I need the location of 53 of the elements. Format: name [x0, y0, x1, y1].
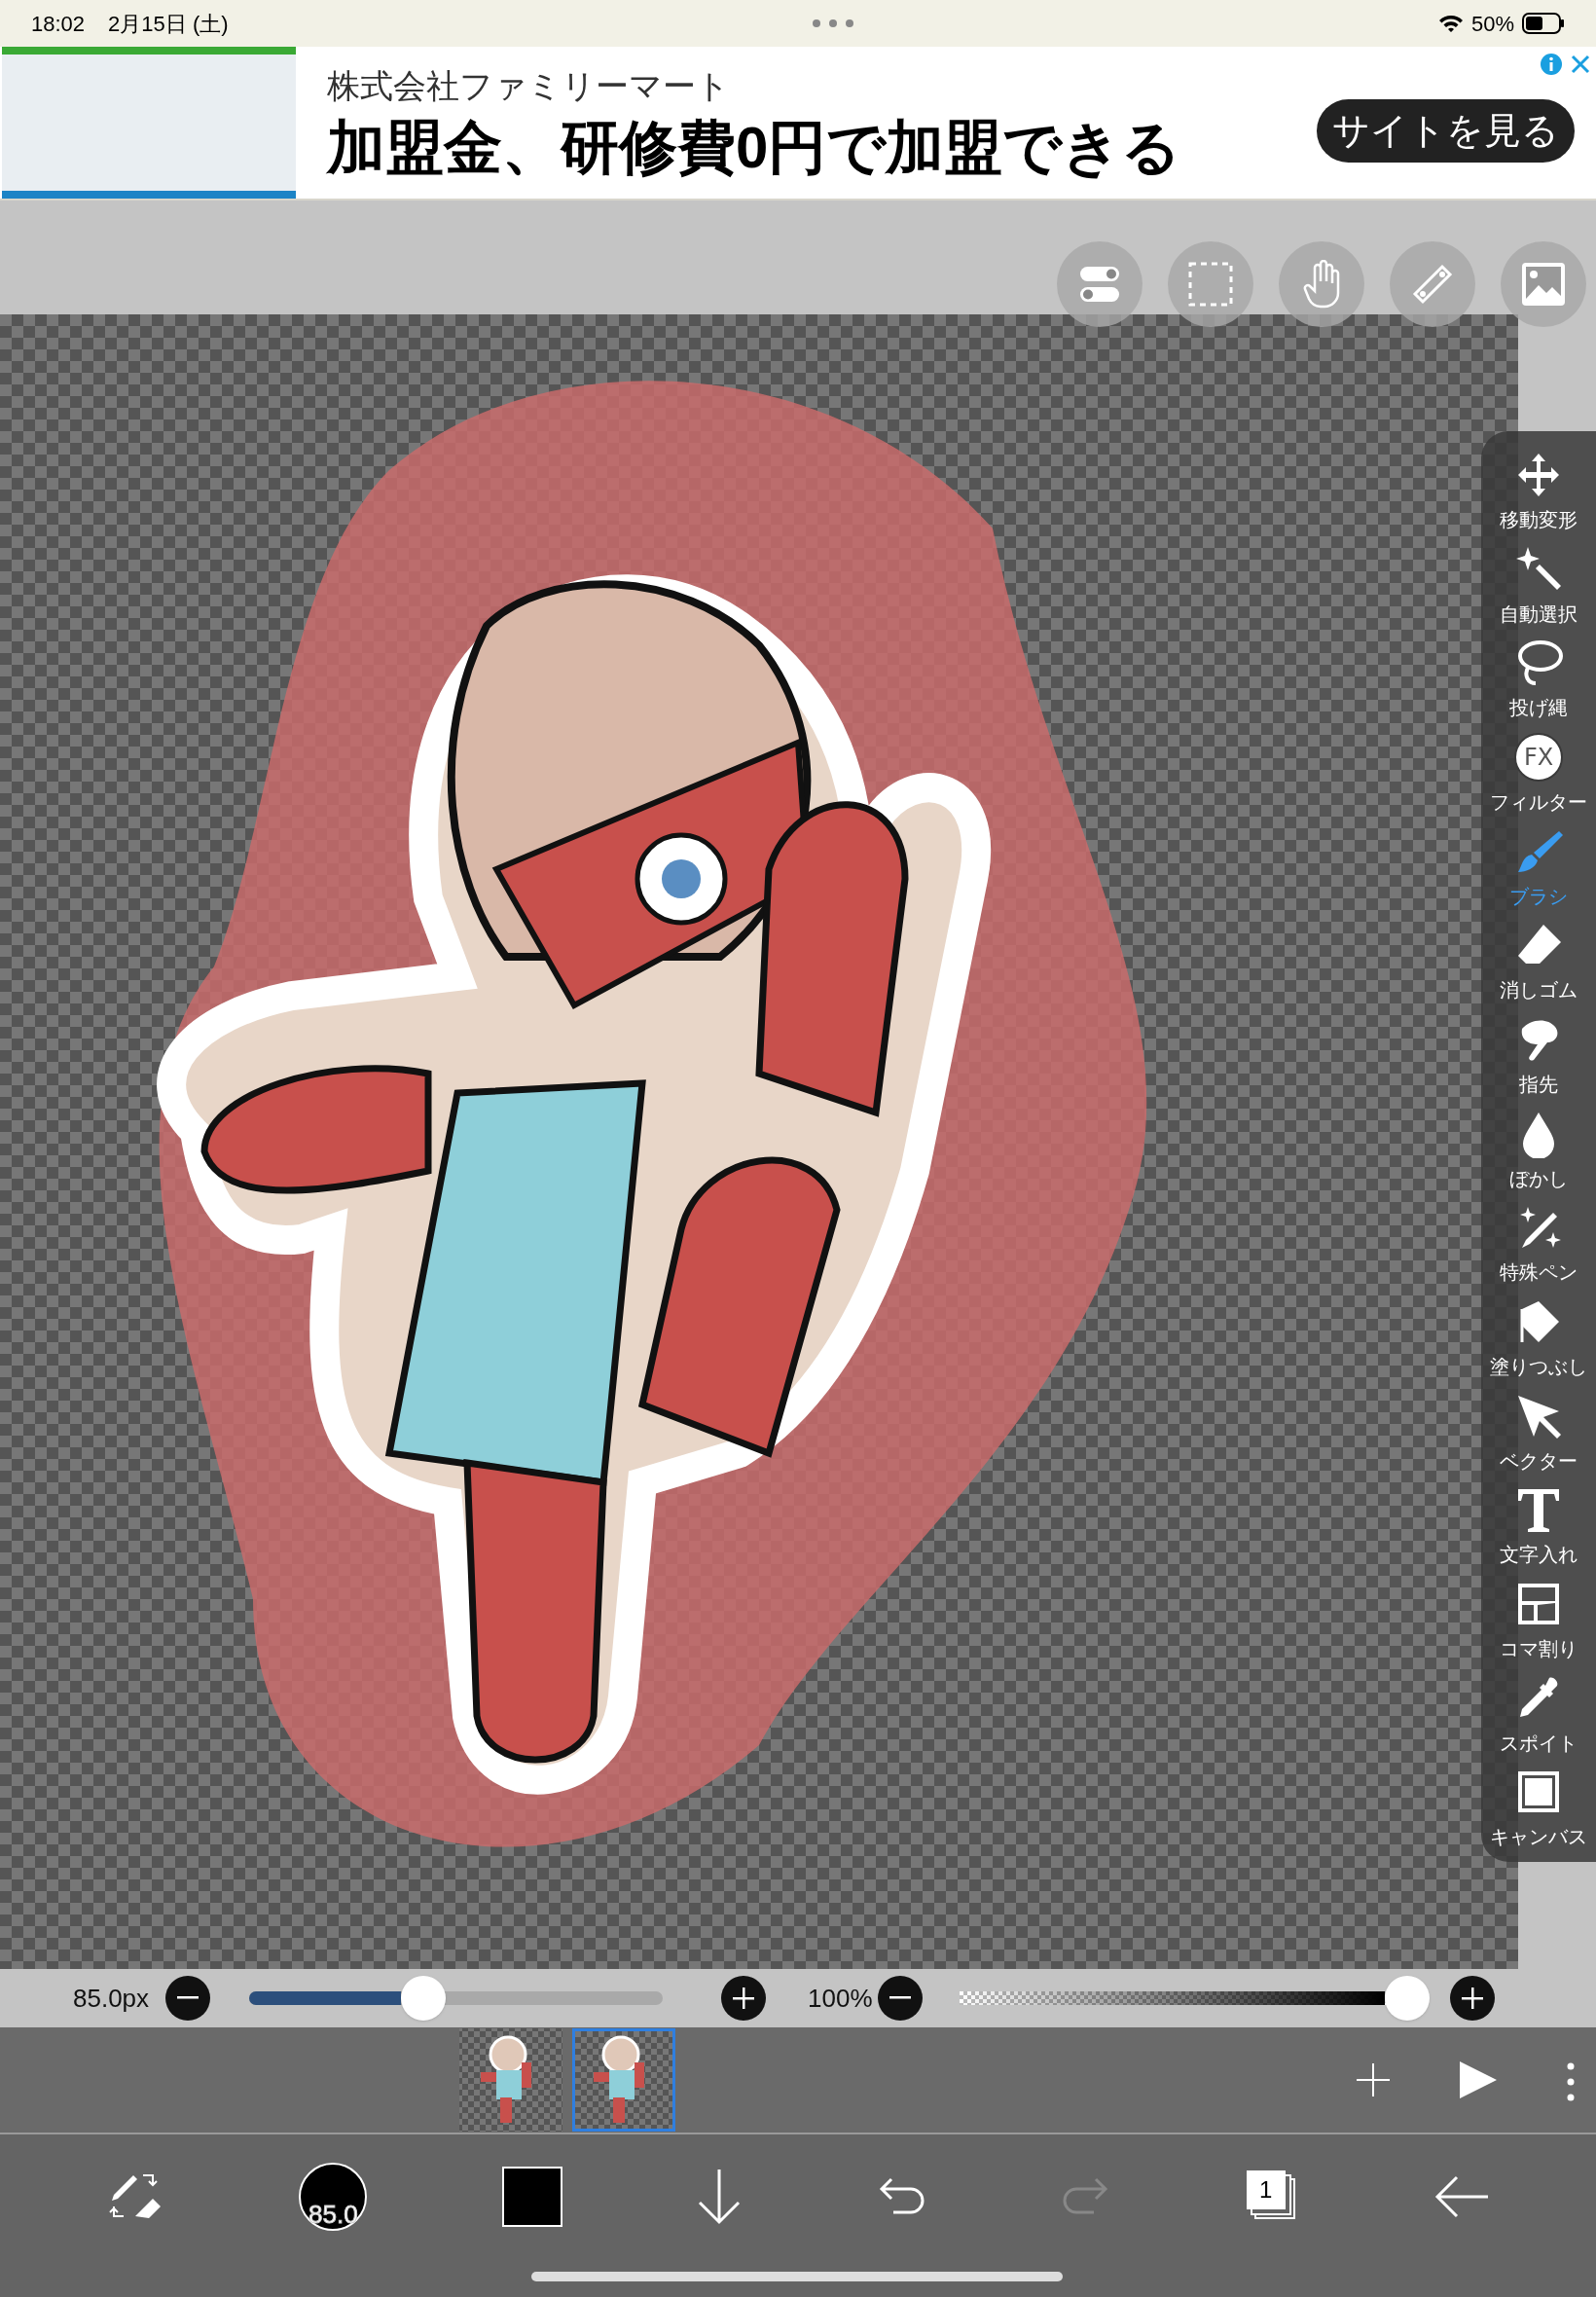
tool-button[interactable]: ベクター [1481, 1391, 1596, 1486]
arrow-down-icon[interactable] [696, 2168, 742, 2226]
more-icon[interactable] [812, 18, 855, 28]
slider-thumb[interactable] [400, 1976, 446, 2021]
visit-site-button[interactable]: サイトを見る [1317, 98, 1575, 163]
image-icon [1519, 260, 1568, 309]
tool-button[interactable]: 指先 [1481, 1015, 1596, 1110]
plus-button[interactable] [721, 1976, 766, 2021]
minus-button[interactable] [165, 1976, 210, 2021]
dashed-rectangle-icon [1187, 261, 1234, 308]
ad-headline: 加盟金、研修費0円で加盟できる [327, 114, 1181, 182]
tool-button[interactable]: 移動変形 [1481, 451, 1596, 545]
opacity-reading: 100% [808, 1982, 874, 2015]
layer-count: 1 [1258, 2175, 1273, 2205]
tool-button[interactable]: 消しゴム [1481, 921, 1596, 1016]
ad-photo-placeholder[interactable] [2, 47, 296, 199]
tool-button[interactable]: 自動選択 [1481, 544, 1596, 639]
status-date: 2月15日 (土) [108, 10, 229, 38]
status-time: 18:02 [31, 10, 86, 38]
tool-button[interactable]: 特殊ペン [1481, 1203, 1596, 1298]
wifi-icon [1437, 14, 1464, 33]
minus-icon [177, 1996, 199, 2000]
slider-thumb[interactable] [1385, 1976, 1430, 2021]
battery-icon [1522, 13, 1565, 34]
more-vertical-icon[interactable] [1567, 2062, 1575, 2101]
ad-advertiser: 株式会社ファミリーマート [327, 66, 731, 106]
tool-button[interactable]: キャンバス [1481, 1768, 1596, 1863]
plus-button[interactable] [1450, 1976, 1495, 2021]
tool-button[interactable]: 投げ縄 [1481, 638, 1596, 733]
play-icon[interactable] [1458, 2060, 1499, 2100]
back-arrow-icon[interactable] [1433, 2175, 1490, 2218]
minus-icon [889, 1996, 911, 2000]
fx-badge: FX [1514, 733, 1563, 782]
frame-thumbnail[interactable] [459, 2028, 562, 2132]
toggle-icon [1078, 265, 1121, 304]
plus-icon [1462, 1987, 1483, 2009]
brush-size-reading: 85.0px [73, 1982, 151, 2015]
tool-button[interactable]: FX フィルター [1481, 733, 1596, 827]
minus-button[interactable] [878, 1976, 923, 2021]
tool-button[interactable]: 文字入れ [1481, 1485, 1596, 1581]
tool-button[interactable]: コマ割り [1481, 1580, 1596, 1674]
battery-percentage: 50% [1470, 10, 1514, 38]
plus-icon [733, 1987, 754, 2009]
info-icon[interactable] [1540, 53, 1563, 76]
tool-button[interactable]: ぼかし [1481, 1109, 1596, 1204]
frame-thumbnail[interactable] [572, 2028, 675, 2132]
close-icon[interactable] [1571, 55, 1590, 74]
color-swatch[interactable] [501, 2167, 562, 2227]
tool-button[interactable]: スポイト [1481, 1673, 1596, 1768]
brush-size-value: 85.0 [308, 2202, 358, 2227]
add-frame-icon[interactable] [1357, 2063, 1390, 2096]
tool-button[interactable]: 塗りつぶし [1481, 1297, 1596, 1392]
brush-size-indicator[interactable]: 85.0 [299, 2163, 368, 2231]
